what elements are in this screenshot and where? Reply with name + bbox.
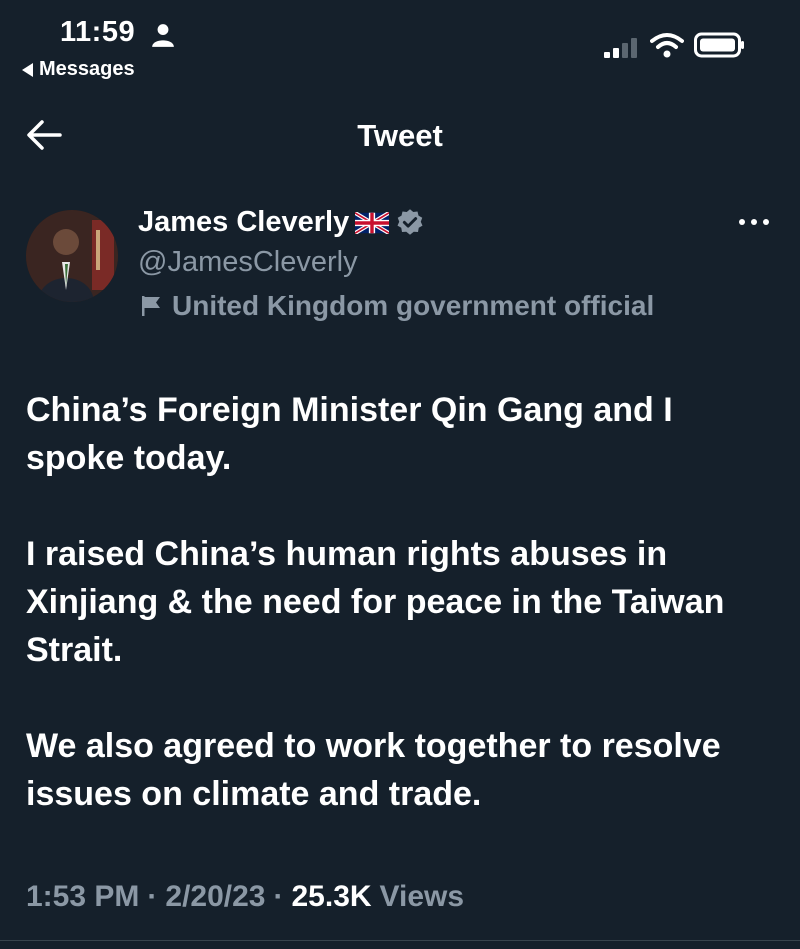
views-label[interactable]: Views (380, 880, 465, 914)
separator: · (147, 880, 158, 913)
government-flag-icon (142, 296, 160, 316)
tweet-text: China’s Foreign Minister Qin Gang and I … (26, 386, 780, 866)
divider (0, 940, 800, 941)
battery-icon (694, 32, 744, 58)
back-triangle-icon (22, 62, 33, 77)
wifi-icon (650, 33, 684, 58)
status-time: 11:59 (60, 16, 136, 48)
page-title: Tweet (357, 118, 443, 153)
back-app-label: Messages (39, 58, 135, 80)
author-handle[interactable]: @JamesCleverly (138, 246, 358, 279)
tweet-paragraph: China’s Foreign Minister Qin Gang and I … (26, 391, 673, 477)
tweet-time: 1:53 PM (26, 880, 140, 913)
separator: · (273, 880, 284, 913)
navigation-bar: Tweet (0, 108, 800, 164)
avatar[interactable] (26, 210, 118, 302)
tweet-date: 2/20/23 (165, 880, 266, 913)
author-name[interactable]: James Cleverly (138, 206, 349, 239)
uk-flag-icon (355, 211, 390, 234)
status-bar: 11:59 Messages (0, 0, 800, 90)
views-count[interactable]: 25.3K (291, 880, 371, 914)
back-to-messages[interactable]: Messages (22, 58, 135, 81)
person-icon (152, 24, 174, 47)
tweet-author: James Cleverly @JamesCleverly United Kin… (0, 204, 800, 334)
signal-icon (604, 38, 637, 58)
tweet-metadata: 1:53 PM · 2/20/23 · 25.3K Views (26, 880, 464, 914)
tweet-paragraph: I raised China’s human rights abuses in … (26, 535, 725, 669)
verified-badge-icon (397, 208, 423, 235)
author-name-row: James Cleverly (138, 206, 425, 239)
more-options-icon[interactable] (736, 212, 772, 232)
tweet-paragraph: We also agreed to work together to resol… (26, 727, 721, 813)
government-label-text: United Kingdom government official (172, 290, 655, 321)
government-label: United Kingdom government official (140, 290, 654, 322)
